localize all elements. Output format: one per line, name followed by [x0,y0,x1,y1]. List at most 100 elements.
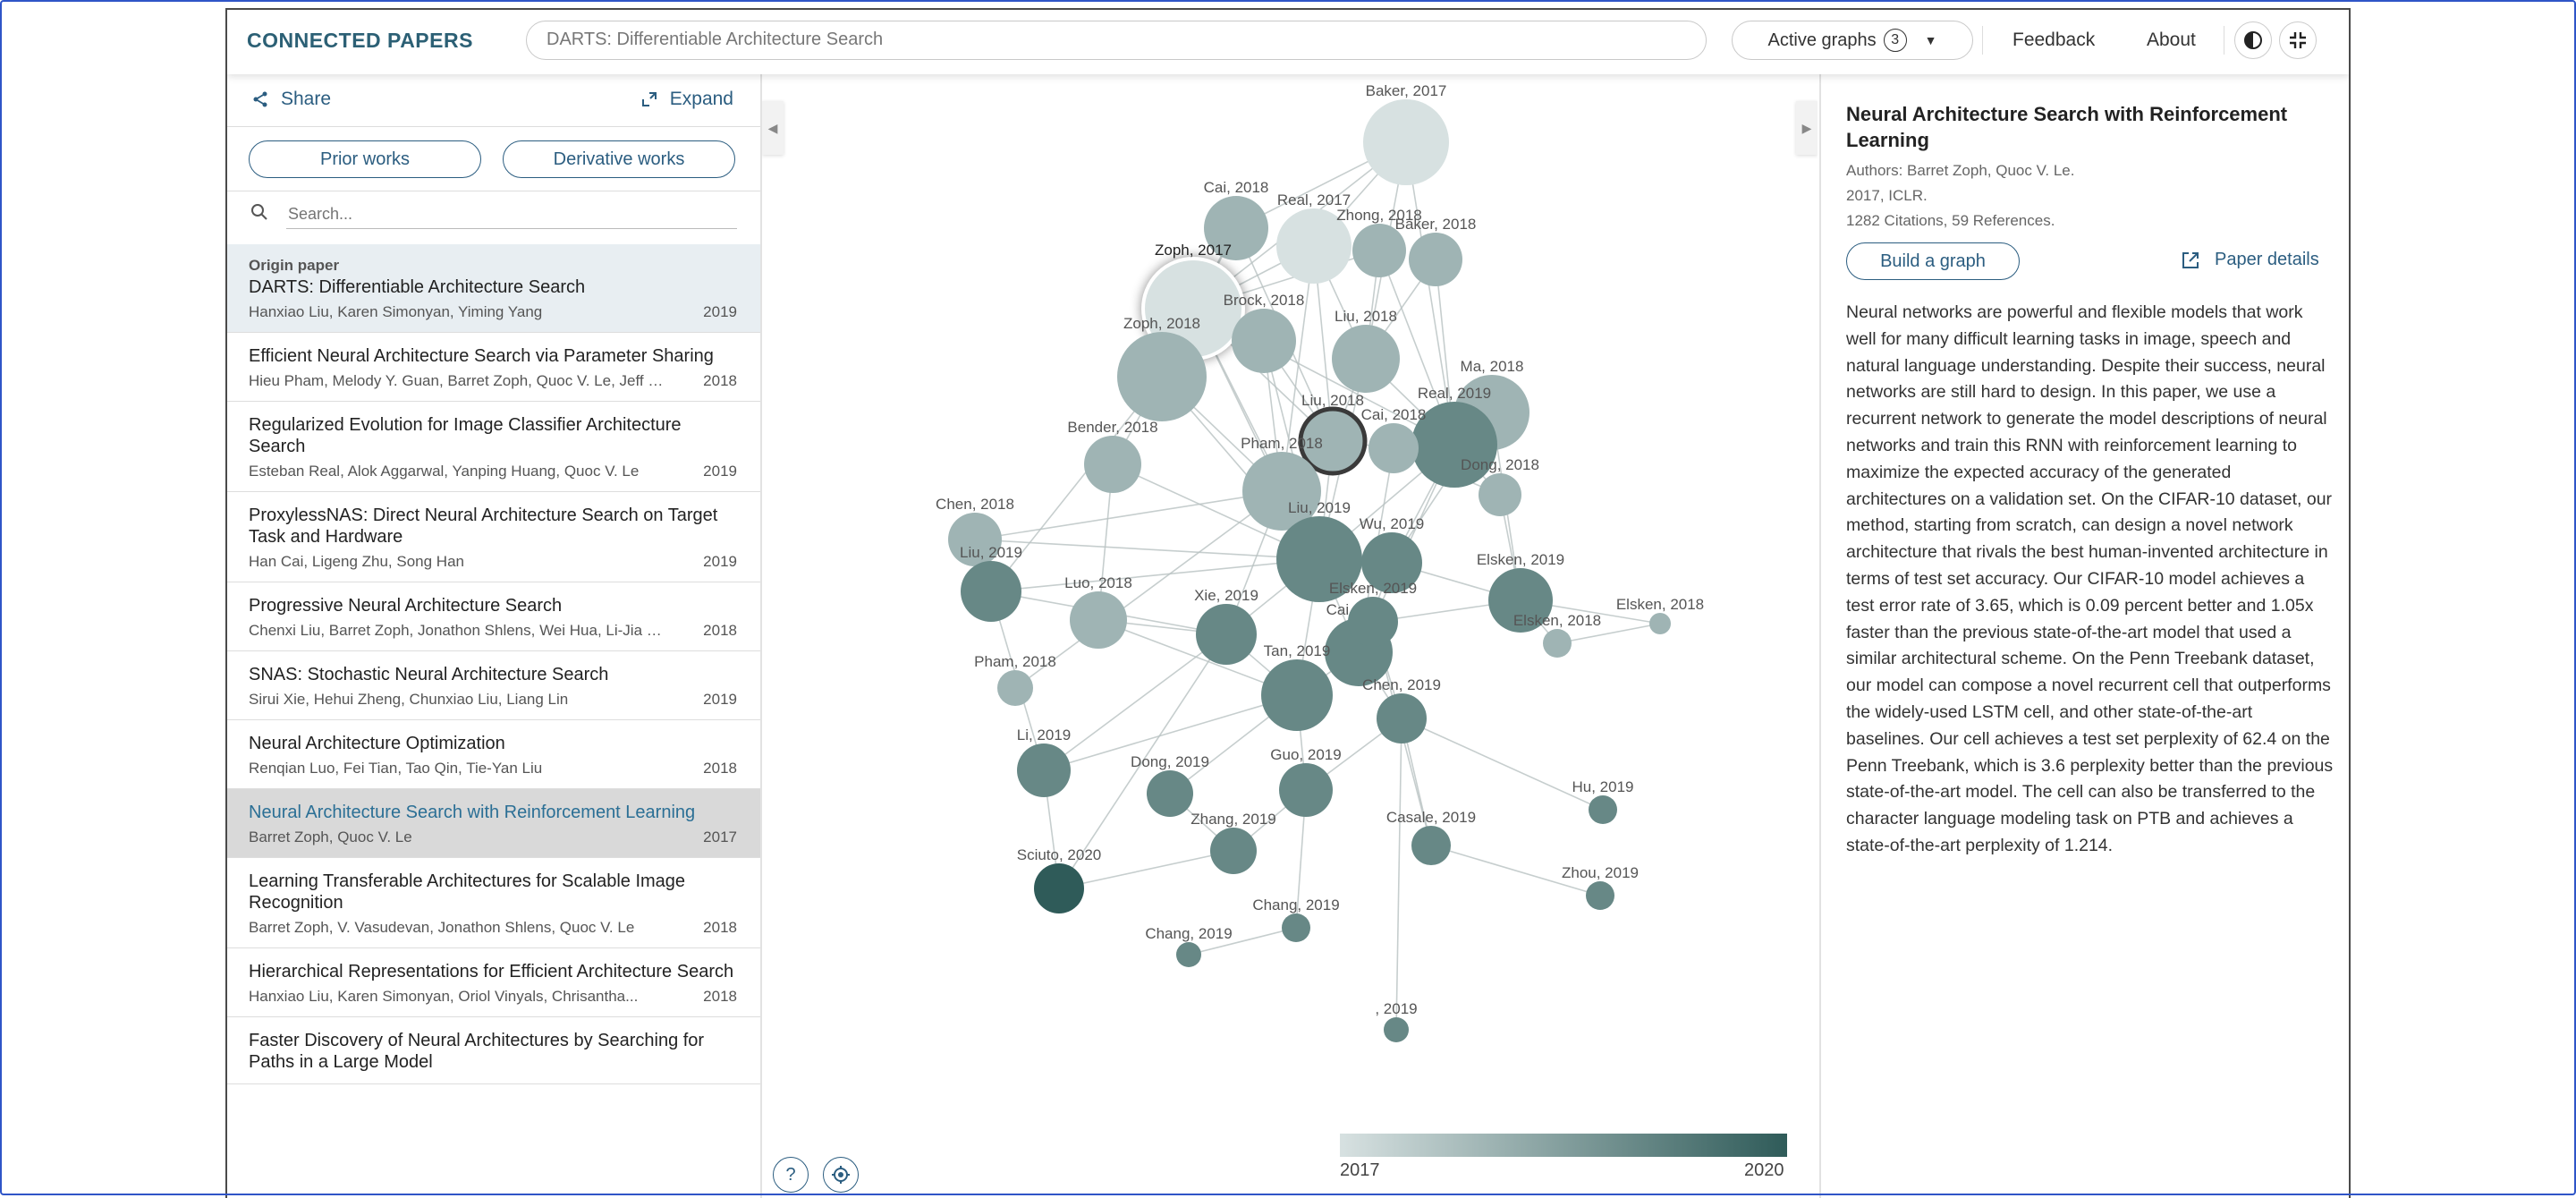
paper-title: Learning Transferable Architectures for … [249,871,686,913]
graph-node[interactable]: Chang, 2019 [1145,925,1233,967]
compress-icon [2290,32,2306,48]
node-circle[interactable] [1384,1017,1409,1042]
graph-edge [990,558,1320,592]
graph-node[interactable]: Baker, 2017 [1363,82,1449,185]
divider [227,126,760,127]
share-icon [253,91,267,107]
help-button[interactable]: ? [773,1157,809,1193]
node-circle[interactable] [1261,659,1333,731]
list-item[interactable]: Hierarchical Representations for Efficie… [227,948,760,1017]
graph-node[interactable]: Liu, 2019 [960,544,1022,622]
node-circle[interactable] [961,561,1021,622]
list-item-selected[interactable]: Neural Architecture Search with Reinforc… [227,789,760,858]
app-logo[interactable]: CONNECTED PAPERS [247,29,473,53]
node-circle[interactable] [1543,629,1572,658]
graph-node[interactable]: Xie, 2019 [1194,587,1258,665]
derivative-works-button[interactable]: Derivative works [503,140,735,178]
list-item[interactable]: Faster Discovery of Neural Architectures… [227,1017,760,1084]
node-circle[interactable] [1282,913,1310,942]
node-circle[interactable] [1411,826,1451,865]
graph-node[interactable]: Elsken, 2018 [1616,596,1704,634]
paper-details-link[interactable]: Paper details [2181,250,2319,270]
graph-edge [1043,633,1227,771]
graph-node[interactable]: Sciuto, 2020 [1017,846,1102,913]
node-label: Brock, 2018 [1224,292,1305,309]
node-circle[interactable] [1034,863,1084,913]
node-label: Chang, 2019 [1252,896,1339,913]
graph-node[interactable]: Bender, 2018 [1067,419,1158,493]
node-label: , 2019 [1375,1000,1417,1017]
graph-node[interactable]: Liu, 2018 [1332,308,1400,393]
node-circle[interactable] [1017,743,1071,797]
node-circle[interactable] [1210,828,1257,874]
list-item[interactable]: ProxylessNAS: Direct Neural Architecture… [227,492,760,582]
node-circle[interactable] [1377,693,1427,743]
node-circle[interactable] [1649,613,1671,634]
list-item[interactable]: Neural Architecture Optimization Renqian… [227,720,760,789]
node-circle[interactable] [1176,942,1201,967]
paper-year: 2018 [703,760,737,777]
node-circle[interactable] [997,670,1033,706]
node-circle[interactable] [1070,591,1127,649]
graph-node[interactable]: Chen, 2019 [1362,676,1441,743]
graph-node[interactable]: Elsken, 2018 [1513,612,1601,658]
active-graphs-dropdown[interactable]: Active graphs 3 ▼ [1732,21,1973,60]
list-item[interactable]: Efficient Neural Architecture Search via… [227,333,760,402]
node-circle[interactable] [1196,604,1257,665]
node-circle[interactable] [1232,309,1296,373]
graph-node[interactable]: Dong, 2019 [1131,753,1209,817]
prior-works-button[interactable]: Prior works [249,140,481,178]
external-link-icon [2182,251,2199,268]
list-item[interactable]: SNAS: Stochastic Neural Architecture Sea… [227,651,760,720]
graph-svg[interactable]: Baker, 2017Cai, 2018Real, 2017Zhong, 201… [762,74,1818,1198]
graph-node[interactable]: Dong, 2018 [1461,456,1539,516]
graph-node[interactable]: Zoph, 2018 [1117,315,1207,421]
theme-toggle-button[interactable] [2234,21,2272,59]
node-label: Pham, 2018 [974,653,1056,670]
graph-node[interactable]: Li, 2019 [1017,726,1072,797]
about-link[interactable]: About [2147,30,2196,51]
share-button[interactable]: Share [252,89,331,110]
graph-node[interactable]: Real, 2017 [1276,191,1352,284]
graph-node[interactable]: Luo, 2018 [1064,574,1132,649]
node-circle[interactable] [1363,99,1449,185]
recenter-button[interactable] [823,1157,859,1193]
feedback-link[interactable]: Feedback [2012,30,2095,51]
node-circle[interactable] [1117,332,1207,421]
build-graph-button[interactable]: Build a graph [1846,242,2020,280]
node-circle[interactable] [1589,795,1617,824]
node-circle[interactable] [1332,325,1400,393]
list-item[interactable]: Progressive Neural Architecture Search C… [227,582,760,651]
paper-detail-venue: 2017, ICLR. [1846,187,1928,204]
list-item[interactable]: Learning Transferable Architectures for … [227,858,760,948]
node-circle[interactable] [1147,770,1193,817]
node-label: Ma, 2018 [1461,358,1524,375]
node-circle[interactable] [1479,473,1521,516]
fullscreen-button[interactable] [2279,21,2317,59]
graph-node[interactable]: Guo, 2019 [1270,746,1342,817]
graph-node[interactable]: Zhang, 2019 [1191,811,1276,874]
paper-search-input[interactable] [286,200,737,229]
graph-node[interactable]: Hu, 2019 [1572,778,1634,824]
node-circle[interactable] [1368,423,1419,473]
graph-node[interactable]: Liu, 2018 [1298,392,1368,476]
paper-abstract: Neural networks are powerful and flexibl… [1846,302,2334,855]
paper-title: Efficient Neural Architecture Search via… [249,346,714,366]
node-circle[interactable] [1279,763,1333,817]
search-input[interactable]: DARTS: Differentiable Architecture Searc… [526,21,1707,60]
node-circle[interactable] [1348,597,1398,647]
graph-node[interactable]: Tan, 2019 [1261,642,1333,731]
graph-node[interactable]: Pham, 2018 [974,653,1056,706]
node-circle[interactable] [1586,881,1614,910]
list-item-origin[interactable]: Origin paper DARTS: Differentiable Archi… [227,244,760,333]
active-graphs-label: Active graphs [1767,30,1877,50]
list-item[interactable]: Regularized Evolution for Image Classifi… [227,402,760,492]
node-circle[interactable] [1084,436,1141,493]
expand-button[interactable]: Expand [641,89,733,110]
graph-canvas[interactable]: ◀ ▶ Baker, 2017 Cai, 2018 Real, 2017 Zhong,… [762,74,1818,1198]
graph-node[interactable]: Baker, 2018 [1395,216,1477,286]
graph-nodes[interactable]: Baker, 2017Cai, 2018Real, 2017Zhong, 201… [936,82,1704,1042]
graph-node[interactable]: , 2019 [1375,1000,1418,1042]
node-circle[interactable] [1409,233,1462,286]
paper-authors: Hanxiao Liu, Karen Simonyan, Yiming Yang [249,303,543,320]
